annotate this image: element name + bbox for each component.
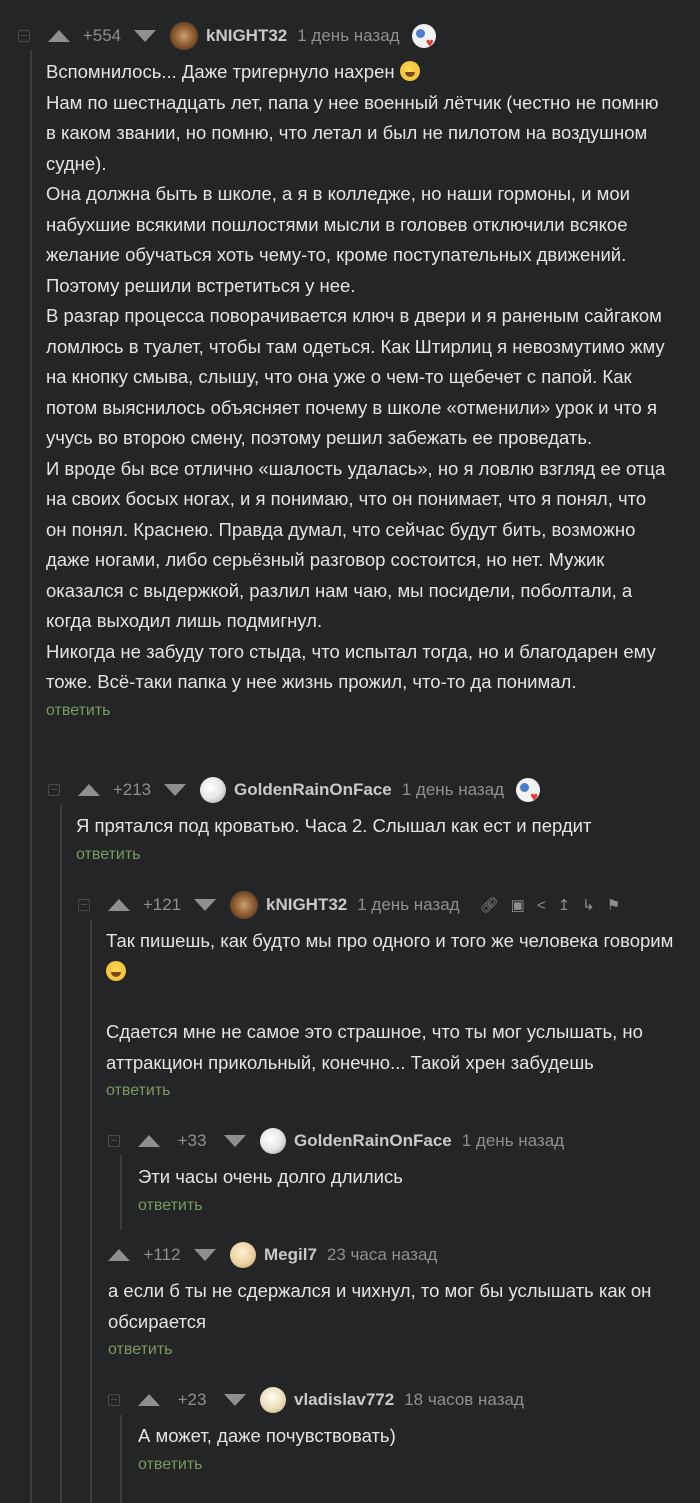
comment-body: Вспомнилось... Даже тригернуло нахрен На… bbox=[46, 57, 666, 698]
comment-toolbar: 🔗︎ ▣ < ↥ ↳ ⚑ bbox=[474, 896, 627, 915]
comment-body: А может, даже почувствовать) bbox=[138, 1421, 678, 1452]
share-icon[interactable]: < bbox=[537, 897, 546, 914]
rating: +112 bbox=[143, 1245, 181, 1264]
upvote-icon[interactable] bbox=[48, 30, 70, 42]
comment-text: А может, даже почувствовать) bbox=[138, 1425, 396, 1446]
rating: +213 bbox=[112, 780, 152, 799]
comment-body: Так пишешь, как будто мы про одного и то… bbox=[106, 926, 676, 1078]
comment: +554 kNIGHT32 1 день назад Вспомнилось..… bbox=[18, 19, 688, 720]
timestamp[interactable]: 1 день назад bbox=[462, 1131, 564, 1151]
rating: +23 bbox=[177, 1390, 207, 1409]
comment-text bbox=[106, 987, 676, 1017]
reply-link[interactable]: ответить bbox=[138, 1197, 203, 1215]
timestamp[interactable]: 1 день назад bbox=[297, 26, 399, 46]
comment: +23 vladislav772 18 часов назад А может,… bbox=[108, 1383, 693, 1474]
rating: +554 bbox=[82, 26, 122, 45]
comment-body: Я прятался под кроватью. Часа 2. Слышал … bbox=[76, 811, 676, 842]
comment-header: +554 kNIGHT32 1 день назад bbox=[18, 19, 688, 53]
comment: +213 GoldenRainOnFace 1 день назад Я пря… bbox=[48, 773, 688, 864]
comment: +112 Megil7 23 часа назад а если б ты не… bbox=[108, 1238, 693, 1359]
collapse-button[interactable] bbox=[18, 30, 30, 42]
upvote-icon[interactable] bbox=[138, 1394, 160, 1406]
comment-text: Она должна быть в школе, а я в колледже,… bbox=[46, 183, 630, 296]
comment: +33 GoldenRainOnFace 1 день назад Эти ча… bbox=[108, 1124, 693, 1215]
author-name[interactable]: vladislav772 bbox=[294, 1390, 394, 1410]
collapse-button[interactable] bbox=[78, 899, 90, 911]
go-to-parent-icon[interactable]: ↥ bbox=[558, 896, 571, 914]
avatar[interactable] bbox=[260, 1128, 286, 1154]
avatar[interactable] bbox=[200, 777, 226, 803]
comment-text: В разгар процесса поворачивается ключ в … bbox=[46, 305, 665, 448]
link-icon[interactable]: 🔗︎ bbox=[480, 896, 499, 914]
collapse-button[interactable] bbox=[108, 1394, 120, 1406]
comment-body: а если б ты не сдержался и чихнул, то мо… bbox=[108, 1276, 668, 1337]
rating: +121 bbox=[142, 895, 182, 914]
grinning-sweat-emoji-icon bbox=[399, 61, 420, 81]
reply-link[interactable]: ответить bbox=[76, 846, 141, 864]
award-badge-icon bbox=[516, 778, 541, 803]
timestamp[interactable]: 1 день назад bbox=[402, 780, 504, 800]
downvote-icon[interactable] bbox=[164, 784, 186, 796]
comment-text: Я прятался под кроватью. Часа 2. Слышал … bbox=[76, 815, 592, 836]
award-badge-icon bbox=[411, 24, 436, 49]
comment-header: +213 GoldenRainOnFace 1 день назад bbox=[48, 773, 688, 807]
comment-body: Эти часы очень долго длились bbox=[138, 1162, 678, 1193]
reply-link[interactable]: ответить bbox=[106, 1082, 171, 1100]
author-name[interactable]: GoldenRainOnFace bbox=[294, 1131, 452, 1151]
collapse-button[interactable] bbox=[48, 784, 60, 796]
downvote-icon[interactable] bbox=[224, 1394, 246, 1406]
avatar[interactable] bbox=[230, 1242, 256, 1268]
downvote-icon[interactable] bbox=[224, 1135, 246, 1147]
comment-header: +23 vladislav772 18 часов назад bbox=[108, 1383, 693, 1417]
author-name[interactable]: GoldenRainOnFace bbox=[234, 780, 392, 800]
reply-link[interactable]: ответить bbox=[108, 1341, 173, 1359]
author-name[interactable]: kNIGHT32 bbox=[206, 26, 287, 46]
collapse-button[interactable] bbox=[108, 1135, 120, 1147]
reply-link[interactable]: ответить bbox=[46, 702, 111, 720]
comment-text: Нам по шестнадцать лет, папа у нее военн… bbox=[46, 91, 659, 174]
grinning-sweat-emoji-icon bbox=[106, 960, 126, 981]
comment-text: Так пишешь, как будто мы про одного и то… bbox=[106, 930, 674, 951]
comment-header: +112 Megil7 23 часа назад bbox=[108, 1238, 693, 1272]
thread-line bbox=[60, 805, 62, 1503]
downvote-icon[interactable] bbox=[194, 899, 216, 911]
avatar[interactable] bbox=[260, 1387, 286, 1413]
author-name[interactable]: Megil7 bbox=[264, 1245, 317, 1265]
comment-text: Вспомнилось... Даже тригернуло нахрен bbox=[46, 61, 395, 82]
upvote-icon[interactable] bbox=[108, 1249, 130, 1261]
downvote-icon[interactable] bbox=[194, 1249, 216, 1261]
timestamp[interactable]: 1 день назад bbox=[357, 895, 459, 915]
save-icon[interactable]: ▣ bbox=[511, 896, 525, 914]
comment: +121 kNIGHT32 1 день назад 🔗︎ ▣ < ↥ ↳ ⚑ … bbox=[78, 888, 693, 1100]
author-name[interactable]: kNIGHT32 bbox=[266, 895, 347, 915]
comment-text: И вроде бы все отлично «шалость удалась»… bbox=[46, 457, 666, 632]
downvote-icon[interactable] bbox=[134, 30, 156, 42]
timestamp[interactable]: 23 часа назад bbox=[327, 1245, 437, 1265]
thread-icon[interactable]: ↳ bbox=[582, 896, 595, 914]
comment-header: +121 kNIGHT32 1 день назад 🔗︎ ▣ < ↥ ↳ ⚑ bbox=[78, 888, 693, 922]
comment-text: а если б ты не сдержался и чихнул, то мо… bbox=[108, 1280, 652, 1332]
comment-text: Сдается мне не самое это страшное, что т… bbox=[106, 1021, 643, 1073]
timestamp[interactable]: 18 часов назад bbox=[404, 1390, 524, 1410]
report-flag-icon[interactable]: ⚑ bbox=[607, 896, 620, 914]
reply-link[interactable]: ответить bbox=[138, 1456, 203, 1474]
rating: +33 bbox=[177, 1131, 207, 1150]
comment-header: +33 GoldenRainOnFace 1 день назад bbox=[108, 1124, 693, 1158]
avatar[interactable] bbox=[170, 22, 198, 50]
comment-text: Эти часы очень долго длились bbox=[138, 1166, 403, 1187]
comment-text: Никогда не забуду того стыда, что испыта… bbox=[46, 640, 656, 693]
upvote-icon[interactable] bbox=[108, 899, 130, 911]
upvote-icon[interactable] bbox=[78, 784, 100, 796]
upvote-icon[interactable] bbox=[138, 1135, 160, 1147]
avatar[interactable] bbox=[230, 891, 258, 919]
